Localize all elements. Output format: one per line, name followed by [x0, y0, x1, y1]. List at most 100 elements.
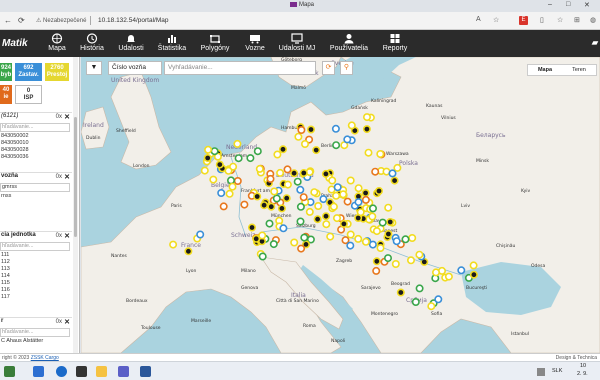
- wagon-marker[interactable]: [215, 160, 224, 169]
- wagon-marker[interactable]: [258, 252, 267, 261]
- map-search-input[interactable]: Vyhľadávanie...: [164, 61, 316, 75]
- wagon-marker[interactable]: [252, 234, 261, 243]
- filter-search-input[interactable]: hľadávanie...: [0, 123, 70, 132]
- wagon-marker[interactable]: [234, 154, 243, 163]
- wagon-marker[interactable]: [203, 154, 212, 163]
- clear-filter-icon[interactable]: ✕: [64, 232, 70, 240]
- wagon-marker[interactable]: [248, 223, 257, 232]
- nav-vozne[interactable]: Vozne: [242, 33, 268, 52]
- wagon-marker[interactable]: [376, 150, 385, 159]
- wagon-marker[interactable]: [265, 219, 274, 228]
- collections-icon[interactable]: ⊞: [574, 16, 580, 24]
- wagon-marker[interactable]: [372, 257, 381, 266]
- wagon-marker[interactable]: [376, 244, 385, 253]
- wagon-marker[interactable]: [372, 227, 381, 236]
- wagon-marker[interactable]: [469, 270, 478, 279]
- search-type-select[interactable]: Číslo vozňa: [108, 61, 162, 75]
- wagon-marker[interactable]: [225, 189, 234, 198]
- wagon-marker[interactable]: [374, 187, 383, 196]
- wagon-marker[interactable]: [299, 169, 308, 178]
- list-item[interactable]: 116: [0, 287, 72, 294]
- wagon-marker[interactable]: [332, 141, 341, 150]
- wagon-marker[interactable]: [228, 182, 237, 191]
- wagon-marker[interactable]: [390, 176, 399, 185]
- filter-search-input[interactable]: hľadávanie...: [0, 328, 70, 337]
- wagon-marker[interactable]: [328, 176, 337, 185]
- minimize-icon[interactable]: –: [548, 1, 552, 8]
- nav-statistika[interactable]: Štatistika: [156, 33, 188, 52]
- wagon-marker[interactable]: [415, 250, 424, 259]
- reload-icon[interactable]: ⟳: [18, 16, 25, 25]
- wagon-marker[interactable]: [246, 154, 255, 163]
- wagon-marker[interactable]: [392, 237, 401, 246]
- read-aloud-icon[interactable]: A: [476, 16, 481, 23]
- nav-udalosti-mj[interactable]: Udalosti MJ: [277, 33, 317, 52]
- wagon-marker[interactable]: [383, 254, 392, 263]
- wagon-marker[interactable]: [329, 202, 338, 211]
- wagon-marker[interactable]: [260, 201, 269, 210]
- word-icon[interactable]: [140, 366, 151, 377]
- list-item[interactable]: 112: [0, 259, 72, 266]
- wagon-marker[interactable]: [378, 218, 387, 227]
- wagon-marker[interactable]: [343, 197, 352, 206]
- edge-icon[interactable]: [56, 366, 67, 377]
- profile-icon[interactable]: ◍: [590, 16, 596, 24]
- map-type-terrain[interactable]: Teren: [562, 65, 596, 75]
- wagon-marker[interactable]: [343, 135, 352, 144]
- wagon-marker[interactable]: [314, 202, 323, 211]
- teams-icon[interactable]: [118, 366, 129, 377]
- clock-date[interactable]: 2. 9.: [577, 371, 588, 377]
- wagon-marker[interactable]: [401, 235, 410, 244]
- wagon-marker[interactable]: [393, 163, 402, 172]
- wagon-marker[interactable]: [339, 190, 348, 199]
- wagon-marker[interactable]: [361, 189, 370, 198]
- filter-icon[interactable]: ▼: [86, 61, 102, 75]
- security-warning[interactable]: ⚠ Nezabezpečené: [36, 17, 86, 24]
- wagon-marker[interactable]: [356, 208, 365, 217]
- wagon-marker[interactable]: [266, 174, 275, 183]
- wagon-marker[interactable]: [362, 113, 371, 122]
- wagon-marker[interactable]: [361, 237, 370, 246]
- wagon-marker[interactable]: [283, 165, 292, 174]
- wagon-marker[interactable]: [339, 219, 348, 228]
- wagon-marker[interactable]: [277, 204, 286, 213]
- wagon-marker[interactable]: [368, 240, 377, 249]
- scrollbar-thumb[interactable]: [74, 117, 77, 237]
- wagon-marker[interactable]: [333, 214, 342, 223]
- wagon-marker[interactable]: [396, 288, 405, 297]
- weather-icon[interactable]: [4, 366, 15, 377]
- wagon-marker[interactable]: [368, 204, 377, 213]
- wagon-marker[interactable]: [276, 168, 285, 177]
- wagon-marker[interactable]: [386, 218, 395, 227]
- wagon-marker[interactable]: [217, 189, 226, 198]
- wagon-marker[interactable]: [347, 121, 356, 130]
- wagon-marker[interactable]: [269, 240, 278, 249]
- wagon-marker[interactable]: [169, 240, 178, 249]
- pin-icon[interactable]: ⚲: [340, 61, 353, 75]
- wagon-marker[interactable]: [354, 184, 363, 193]
- wagon-marker[interactable]: [294, 132, 303, 141]
- split-screen-icon[interactable]: ▯: [540, 16, 544, 24]
- wagon-marker[interactable]: [322, 212, 331, 221]
- language-indicator[interactable]: SLK: [552, 368, 562, 374]
- wagon-marker[interactable]: [372, 266, 381, 275]
- wagon-marker[interactable]: [371, 167, 380, 176]
- wagon-marker[interactable]: [431, 268, 440, 277]
- wagon-marker[interactable]: [209, 175, 218, 184]
- nav-udalosti[interactable]: Udalosti: [116, 33, 146, 52]
- wagon-marker[interactable]: [279, 224, 288, 233]
- list-item[interactable]: 114: [0, 273, 72, 280]
- wagon-marker[interactable]: [332, 191, 341, 200]
- url-field[interactable]: 10.18.132.54/portal/Map: [98, 17, 168, 24]
- back-icon[interactable]: ←: [4, 16, 12, 25]
- clock-time[interactable]: 10: [580, 363, 586, 369]
- wagon-marker[interactable]: [296, 202, 305, 211]
- maximize-icon[interactable]: □: [566, 1, 570, 8]
- wagon-marker[interactable]: [305, 207, 314, 216]
- wagon-marker[interactable]: [279, 145, 288, 154]
- task-view-icon[interactable]: [76, 366, 87, 377]
- wagon-marker[interactable]: [408, 234, 417, 243]
- wagon-marker[interactable]: [290, 238, 299, 247]
- map-view[interactable]: DanmarkSverigeNederlandPolskaDeutschland…: [81, 57, 600, 353]
- nav-pouzivatelia[interactable]: Používatelia: [328, 33, 370, 52]
